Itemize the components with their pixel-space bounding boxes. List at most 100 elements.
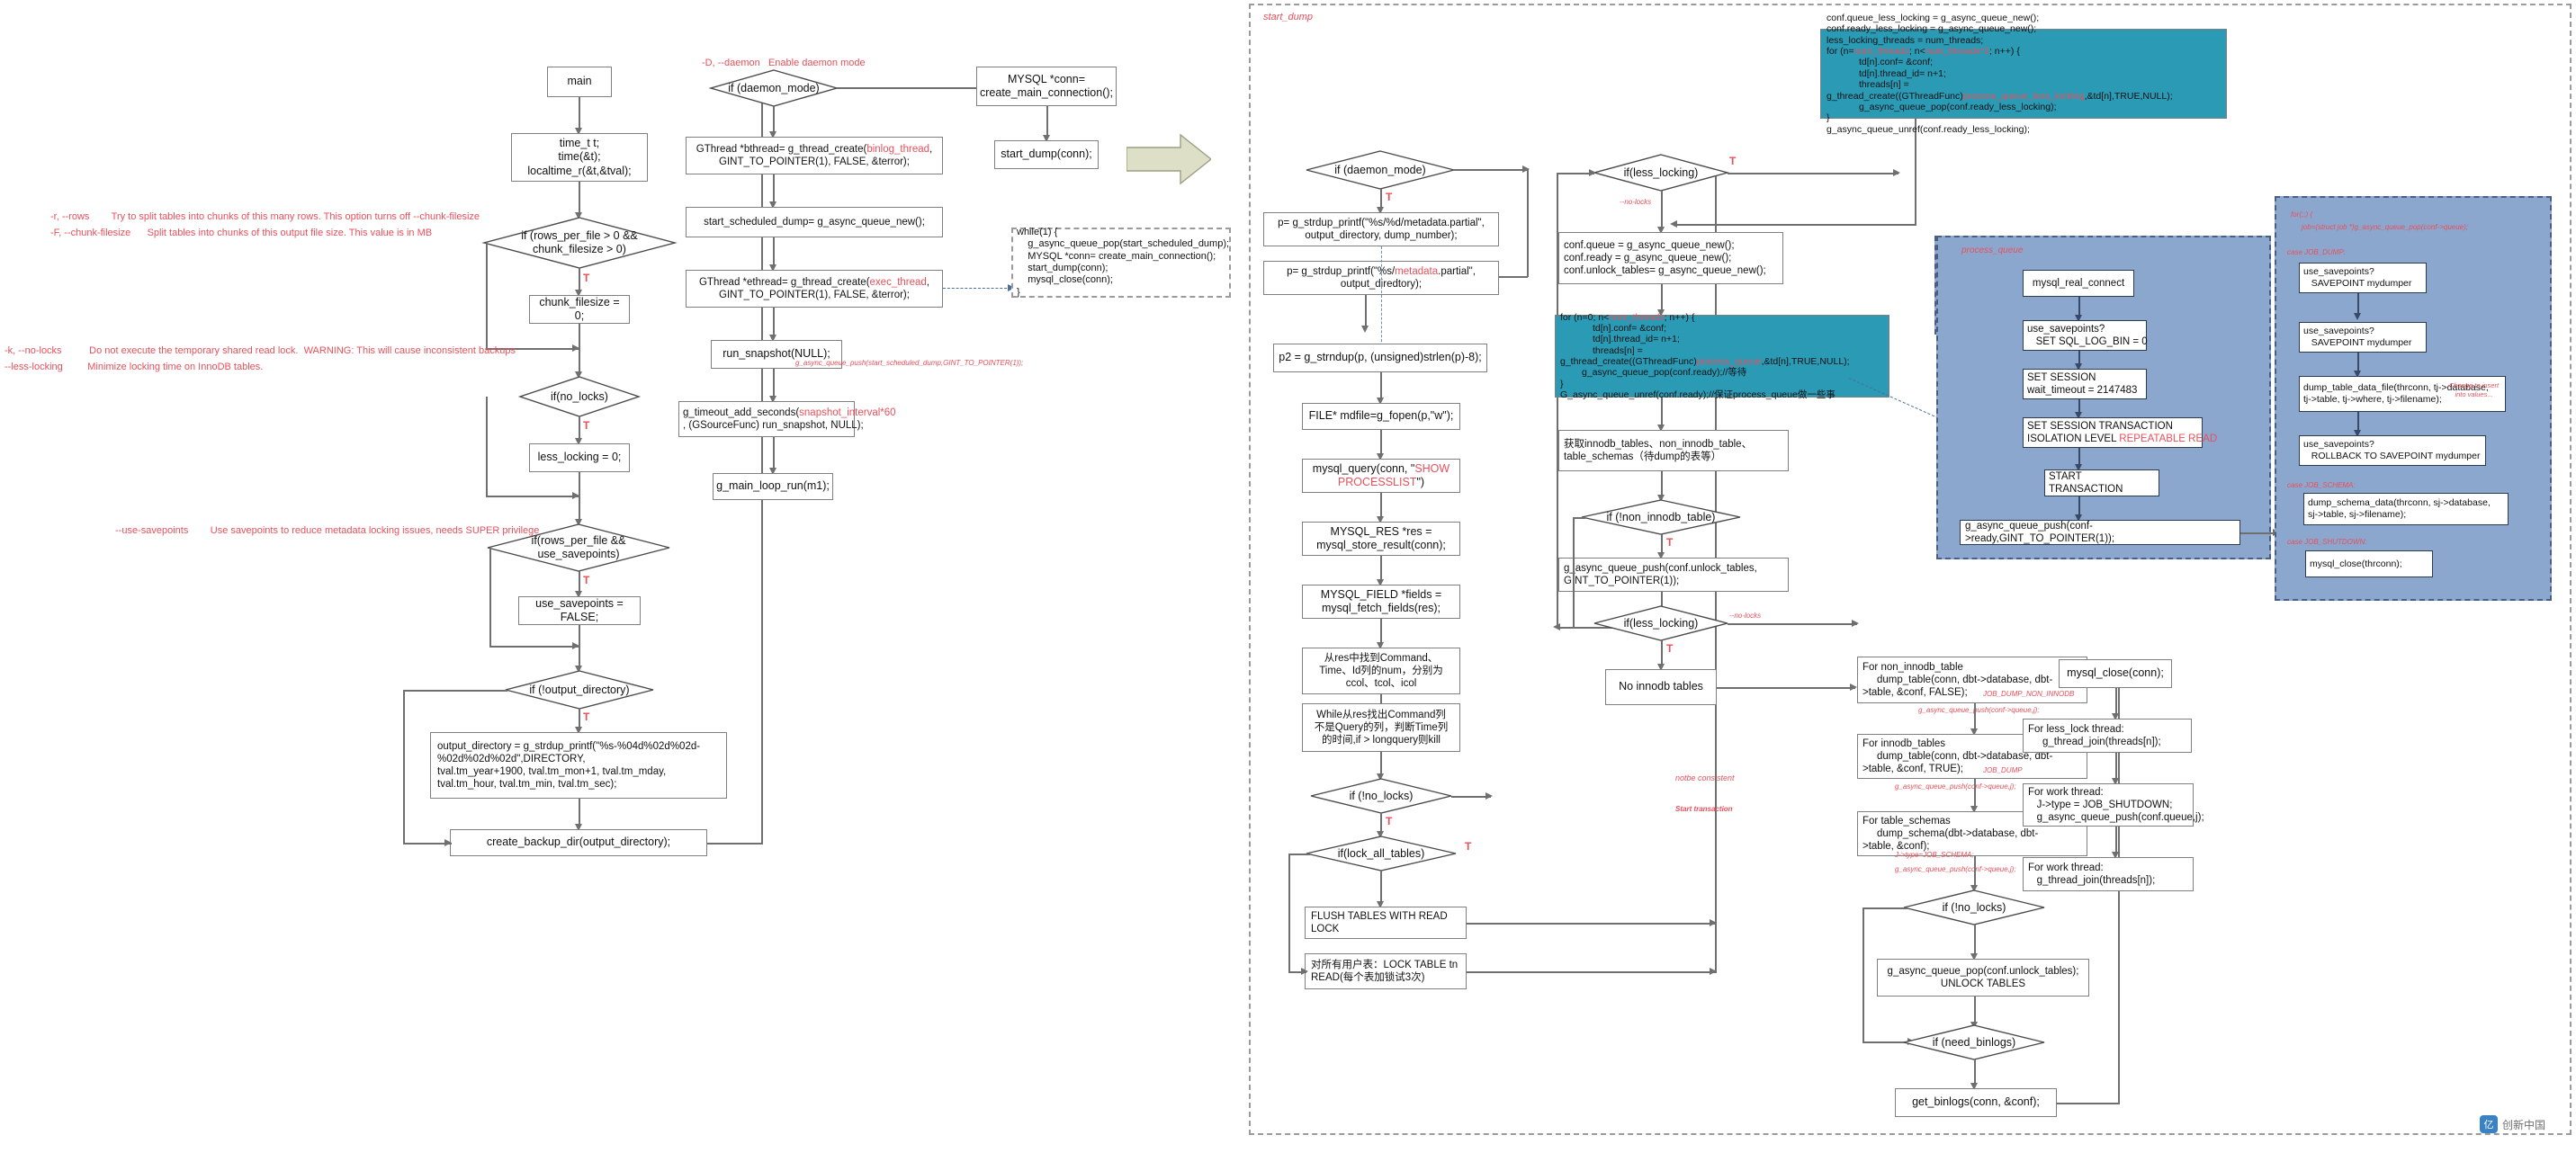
decision-start-dump-daemon-mode: if (daemon_mode) xyxy=(1306,150,1455,190)
annotation-push-queue-1: g_async_queue_push(conf->queue,j); xyxy=(1918,706,2040,714)
node-rollback-savepoint: use_savepoints? ROLLBACK TO SAVEPOINT my… xyxy=(2299,435,2486,466)
node-start-scheduled-dump: start_scheduled_dump= g_async_queue_new(… xyxy=(686,207,943,237)
annotation-no-locks-tag-2: --no-locks xyxy=(1729,612,1762,620)
timeout-red: snapshot_interval*60 xyxy=(799,407,896,418)
tealm-l7: } xyxy=(1560,378,1564,389)
node-time-block: time_t t; time(&t); localtime_r(&t,&tval… xyxy=(511,133,648,182)
decision-not-non-innodb-table: if (!non_innodb_table) xyxy=(1581,499,1741,535)
timeout-pre: g_timeout_add_seconds( xyxy=(683,407,800,418)
node-get-tables: 获取innodb_tables、non_innodb_table、 table_… xyxy=(1558,430,1789,471)
annotation-daemon-option: -D, --daemon Enable daemon mode xyxy=(702,58,866,68)
annotation-start-transaction: Start transaction xyxy=(1675,805,1733,813)
node-for-work-thread-join: For work thread: g_thread_join(threads[n… xyxy=(2023,857,2194,891)
node-mysql-field: MYSQL_FIELD *fields = mysql_fetch_fields… xyxy=(1302,585,1460,619)
node-main: main xyxy=(547,67,612,97)
annotation-for-loop-head: for(;;) { xyxy=(2291,210,2313,219)
node-create-backup-dir: create_backup_dir(output_directory); xyxy=(450,829,707,856)
bthread-text: GThread *bthread= g_thread_create( xyxy=(696,143,867,155)
decision-daemon-mode: if (daemon_mode) xyxy=(708,69,839,107)
tealm-l3: td[n].thread_id= n+1; xyxy=(1593,334,1680,345)
tealm-l5-pre: g_thread_create((GThreadFunc) xyxy=(1560,356,1697,367)
teal-l8-pre: g_thread_create((GThreadFunc) xyxy=(1827,90,1963,102)
node-output-directory-assign: output_directory = g_strdup_printf("%s-%… xyxy=(430,732,727,799)
flowchart-canvas: start_dump main time_t t; time(&t); loca… xyxy=(0,0,2576,1153)
node-while-kill: While从res找出Command列 不是Query的列，判断Time列 的时… xyxy=(1302,703,1460,752)
annotation-case-job-schema: case JOB_SCHEMA: xyxy=(2287,481,2356,489)
node-conf-queues: conf.queue = g_async_queue_new(); conf.r… xyxy=(1558,232,1783,284)
annotation-use-savepoints-option: --use-savepoints Use savepoints to reduc… xyxy=(115,525,540,536)
node-start-transaction: START TRANSACTION xyxy=(2044,469,2159,496)
node-no-innodb-tables: No innodb tables xyxy=(1605,669,1717,705)
node-mysql-close-thrconn: mysql_close(thrconn); xyxy=(2305,550,2433,577)
bthread-red: binlog_thread xyxy=(866,143,930,155)
annotation-job-schema: J->type=JOB_SCHEMA; xyxy=(1895,851,1974,859)
teal-l4-red1: num_threads xyxy=(1853,46,1909,58)
teal-l3: less_locking_threads = num_threads; xyxy=(1827,34,1984,46)
label-true-7: T xyxy=(1465,840,1472,853)
node-start-dump-conn: start_dump(conn); xyxy=(994,140,1099,169)
node-mysql-query-processlist: mysql_query(conn, "SHOW PROCESSLIST") xyxy=(1302,459,1460,493)
big-arrow-icon xyxy=(1126,133,1213,190)
node-use-savepoints-logbin: use_savepoints? SET SQL_LOG_BIN = 0 xyxy=(2023,320,2148,351)
teal-l6: td[n].thread_id= n+1; xyxy=(1859,67,1946,79)
teal-l11: g_async_queue_unref(conf.ready_less_lock… xyxy=(1827,123,2030,135)
node-teal-process-queue: for (n=0; n<num_threads; n++) { td[n].co… xyxy=(1555,311,1889,400)
node-use-savepoints-false: use_savepoints = FALSE; xyxy=(518,596,641,625)
annotation-notbe-consistent: notbe consistent xyxy=(1675,773,1735,782)
node-find-cols: 从res中找到Command、 Time、Id列的num，分别为 ccol、tc… xyxy=(1302,648,1460,694)
teal-l8-post: ,&td[n],TRUE,NULL); xyxy=(2084,90,2173,102)
annotation-chunk-filesize-option: -F, --chunk-filesize Split tables into c… xyxy=(50,228,433,238)
node-mysql-res: MYSQL_RES *res = mysql_store_result(conn… xyxy=(1302,522,1460,556)
tealm-l1-post: ; n++) { xyxy=(1664,311,1695,323)
teal-l8-red: process_queue_less_locking xyxy=(1962,90,2085,102)
node-savepoint-2: use_savepoints? SAVEPOINT mydumper xyxy=(2299,322,2427,353)
annotation-change-to-insert: Change to insert into values... xyxy=(2449,381,2500,399)
node-p-partial-daemon: p= g_strdup_printf("%s/%d/metadata.parti… xyxy=(1263,212,1499,246)
watermark: 亿 创新中国 xyxy=(2480,1115,2545,1133)
timeout-post: , (GSourceFunc) run_snapshot, NULL); xyxy=(683,420,864,431)
label-true-10: T xyxy=(1666,642,1674,655)
tealm-l1-red: num_threads xyxy=(1609,311,1665,323)
node-set-session-wait-timeout: SET SESSION wait_timeout = 2147483 xyxy=(2023,369,2147,399)
node-mysql-close-conn: mysql_close(conn); xyxy=(2059,659,2172,688)
teal-l5: td[n].conf= &conf; xyxy=(1859,57,1934,68)
decision-output-directory: if (!output_directory) xyxy=(505,670,654,710)
decision-no-locks: if(no_locks) xyxy=(517,376,642,417)
node-queue-push-ready: g_async_queue_push(conf->ready,GINT_TO_P… xyxy=(1960,520,2240,545)
teal-l2: conf.ready_less_locking = g_async_queue_… xyxy=(1827,23,2037,35)
process-queue-title: process_queue xyxy=(1961,246,2024,255)
node-flush-tables: FLUSH TABLES WITH READ LOCK xyxy=(1305,907,1467,939)
teal-l7: threads[n] = xyxy=(1859,79,1909,91)
p-partial-red: metadata xyxy=(1395,265,1439,277)
tealm-l4: threads[n] = xyxy=(1593,344,1643,356)
label-true-8: T xyxy=(1729,155,1737,167)
teal-l9: g_async_queue_pop(conf.ready_less_lockin… xyxy=(1859,101,2057,112)
node-ethread: GThread *ethread= g_thread_create(exec_t… xyxy=(686,270,943,308)
annotation-job-dump-non-innodb: JOB_DUMP_NON_INNODB xyxy=(1983,690,2075,698)
start-dump-title: start_dump xyxy=(1263,12,1314,22)
tealm-l2: td[n].conf= &conf; xyxy=(1593,322,1667,334)
node-for-less-lock-thread: For less_lock thread: g_thread_join(thre… xyxy=(2023,719,2192,753)
annotation-no-locks-option: -k, --no-locks Do not execute the tempor… xyxy=(4,345,516,356)
decision-rows-per-file: if (rows_per_file > 0 && chunk_filesize … xyxy=(481,217,678,269)
node-unlock-tables: g_async_queue_pop(conf.unlock_tables); U… xyxy=(1877,959,2089,997)
annotation-less-locking-option: --less-locking Minimize locking time on … xyxy=(4,362,264,372)
tealm-l1-pre: for (n=0; n< xyxy=(1560,311,1610,323)
label-true-2: T xyxy=(583,419,590,432)
iso-red: REPEATABLE READ xyxy=(2119,433,2218,444)
teal-l4-pre: for (n= xyxy=(1827,46,1854,58)
tealm-l5-red: process_queue xyxy=(1696,356,1762,367)
node-bthread: GThread *bthread= g_thread_create(binlog… xyxy=(686,137,943,174)
node-p2-strndup: p2 = g_strndup(p, (unsigned)strlen(p)-8)… xyxy=(1273,344,1487,372)
decision-not-no-locks-1: if (!no_locks) xyxy=(1310,778,1452,814)
label-true-5: T xyxy=(1386,191,1393,203)
decision-less-locking-1: if(less_locking) xyxy=(1592,154,1730,192)
node-mysql-real-connect: mysql_real_connect xyxy=(2023,270,2134,297)
node-push-unlock-tables: g_async_queue_push(conf.unlock_tables, G… xyxy=(1558,558,1789,592)
node-mdfile: FILE* mdfile=g_fopen(p,"w"); xyxy=(1302,403,1460,430)
decision-lock-all-tables: if(lock_all_tables) xyxy=(1306,836,1457,871)
decision-need-binlogs: if (need_binlogs) xyxy=(1903,1024,2045,1060)
label-true-4: T xyxy=(583,711,590,723)
annotation-no-locks-tag-1: --no-locks xyxy=(1620,198,1652,206)
node-chunk-filesize-zero: chunk_filesize = 0; xyxy=(529,295,630,324)
